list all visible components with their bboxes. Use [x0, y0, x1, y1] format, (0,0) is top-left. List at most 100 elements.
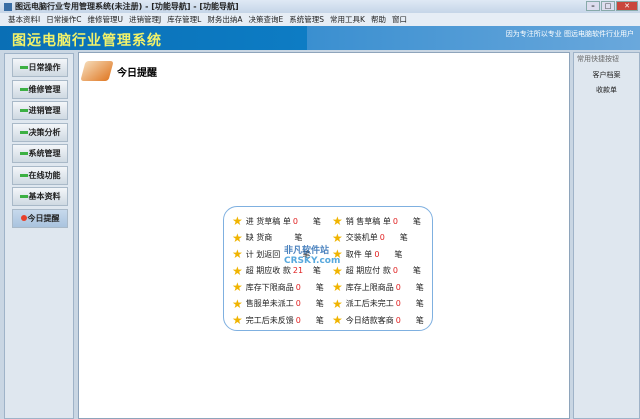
reminder-item[interactable]: ★ 取件 单0笔: [332, 247, 402, 261]
menu-item[interactable]: 进销管理J: [129, 14, 161, 25]
sidebar-item-label: 决策分析: [28, 127, 61, 137]
page-title: 今日提醒: [117, 67, 157, 79]
reminder-label: 库存下限商品: [245, 282, 294, 292]
watermark: 非凡软件站 CRSKY.com: [284, 246, 341, 266]
reminder-count: 0: [295, 282, 301, 292]
reminder-label: 超 期应付 款: [345, 266, 391, 275]
sidebar-item-label: 在线功能: [28, 170, 61, 180]
reminder-unit: 笔: [315, 315, 324, 325]
reminder-unit: 笔: [394, 249, 403, 259]
close-button[interactable]: ✕: [616, 1, 638, 11]
sidebar-item[interactable]: 维修管理: [12, 79, 68, 99]
reminder-label: 缺 货商: [245, 233, 273, 242]
minimize-button[interactable]: –: [586, 1, 600, 11]
quick-customer-file[interactable]: 客户档案: [574, 70, 639, 80]
reminder-unit: 笔: [294, 233, 303, 242]
sidebar-item[interactable]: 日常操作: [12, 58, 68, 77]
sidebar-item-label: 维修管理: [28, 84, 61, 94]
menu-item[interactable]: 库存管理L: [167, 14, 201, 25]
reminder-count: 0: [392, 216, 398, 226]
reminder-unit: 笔: [415, 299, 424, 308]
reminder-item[interactable]: ★ 派工后未完工 0 笔: [332, 297, 424, 311]
green-dash-icon: [19, 130, 28, 134]
reminder-unit: 笔: [412, 216, 421, 226]
reminder-unit: 笔: [415, 315, 424, 325]
sidebar-item[interactable]: 基本资料: [12, 187, 68, 206]
quick-panel: 常用快捷按钮 客户档案 收款单: [573, 52, 640, 419]
green-dash-icon: [19, 87, 28, 91]
reminder-item[interactable]: ★ 进 货草稿 单0 笔: [232, 214, 321, 228]
reminder-label: 进 货草稿 单: [245, 216, 291, 226]
sidebar-item-label: 基本资料: [28, 192, 61, 201]
star-icon: ★: [232, 214, 243, 228]
menu-item[interactable]: 维修管理U: [87, 14, 123, 25]
reminder-unit: 笔: [312, 266, 321, 275]
star-icon: ★: [332, 214, 343, 228]
star-icon: ★: [232, 247, 243, 261]
sidebar-item[interactable]: 进销管理: [12, 101, 68, 120]
menu-item[interactable]: 财务出纳A: [207, 14, 242, 25]
reminder-item[interactable]: ★ 销 售草稿 单0 笔: [332, 214, 421, 228]
reminder-label: 交装机单: [345, 233, 378, 242]
star-icon: ★: [232, 280, 243, 294]
window-title: 图远电脑行业专用管理系统(未注册) - [功能导航] - [功能导航]: [15, 2, 239, 11]
menu-bar: 基本资料I 日常操作C 维修管理U 进销管理J 库存管理L 财务出纳A 决策查询E 系统管理S…: [0, 13, 640, 26]
star-icon: ★: [332, 280, 343, 294]
green-dash-icon: [19, 173, 28, 177]
green-dash-icon: [19, 66, 28, 69]
book-icon: [80, 61, 114, 81]
red-dot-icon: [20, 215, 27, 221]
sidebar-item[interactable]: 今日提醒: [12, 208, 68, 228]
green-dash-icon: [19, 195, 28, 198]
star-icon: ★: [232, 230, 243, 245]
reminder-label: 库存上限商品: [345, 282, 394, 292]
reminder-count: 0: [395, 299, 401, 308]
reminder-unit: 笔: [315, 299, 324, 308]
reminder-label: 售服单未派工: [245, 299, 294, 308]
green-dash-icon: [19, 152, 28, 155]
reminder-count: 0: [395, 282, 401, 292]
green-dash-icon: [19, 109, 28, 112]
menu-item[interactable]: 常用工具K: [330, 14, 365, 25]
menu-item[interactable]: 基本资料I: [8, 14, 40, 25]
banner-title: 图远电脑行业管理系统: [12, 33, 162, 49]
reminder-label: 取件 单: [345, 249, 373, 259]
star-icon: ★: [332, 313, 343, 327]
reminder-label: 超 期应收 款: [245, 266, 291, 275]
reminder-count: 0: [295, 299, 301, 308]
sidebar-item-label: 系统管理: [28, 149, 61, 158]
reminder-item[interactable]: ★ 完工后未反馈 0 笔: [232, 313, 324, 327]
sidebar-item-label: 进销管理: [28, 106, 61, 115]
menu-item[interactable]: 日常操作C: [46, 14, 81, 25]
reminder-unit: 笔: [415, 282, 424, 292]
reminder-item[interactable]: ★ 交装机单 0 笔: [332, 231, 408, 245]
reminder-unit: 笔: [315, 282, 324, 292]
star-icon: ★: [232, 263, 243, 278]
sidebar-item[interactable]: 决策分析: [12, 122, 68, 142]
app-icon: [4, 2, 12, 11]
reminder-item[interactable]: ★ 超 期应付 款0笔: [332, 264, 421, 278]
reminder-box: ★ 今日结款客商 0 笔 ★ 派工后未完工 0 笔 ★ 库存上限商品 0 笔 ★ 超 期应付 款 0 笔 ★ 取件…: [223, 206, 433, 331]
sidebar-item[interactable]: 在线功能: [12, 165, 68, 185]
reminder-label: 派工后未完工: [345, 299, 394, 308]
reminder-count: 21: [292, 266, 304, 275]
quick-receipt[interactable]: 收款单: [574, 85, 639, 95]
reminder-unit: 笔: [399, 233, 408, 242]
reminder-count: 0: [292, 216, 298, 226]
reminder-label: 今日结款客商: [345, 315, 394, 325]
reminder-count: 0: [374, 249, 380, 259]
reminder-item[interactable]: ★ 库存上限商品 0 笔: [332, 280, 424, 294]
reminder-item[interactable]: ★ 售服单未派工 0 笔: [232, 297, 324, 311]
menu-item[interactable]: 决策查询E: [249, 14, 284, 25]
menu-item[interactable]: 帮助: [371, 14, 386, 25]
reminder-label: 完工后未反馈: [245, 315, 294, 325]
menu-item[interactable]: 窗口: [392, 14, 407, 25]
reminder-item[interactable]: ★ 今日结款客商 0 笔: [332, 313, 424, 327]
star-icon: ★: [232, 313, 243, 327]
sidebar-item[interactable]: 系统管理: [12, 144, 68, 163]
title-bar: 图远电脑行业专用管理系统(未注册) - [功能导航] - [功能导航] – □ ✕: [0, 0, 640, 13]
menu-item[interactable]: 系统管理S: [289, 14, 324, 25]
reminder-item[interactable]: ★ 库存下限商品 0 笔: [232, 280, 324, 294]
maximize-button[interactable]: □: [601, 1, 615, 11]
reminder-count: 0: [392, 266, 398, 275]
